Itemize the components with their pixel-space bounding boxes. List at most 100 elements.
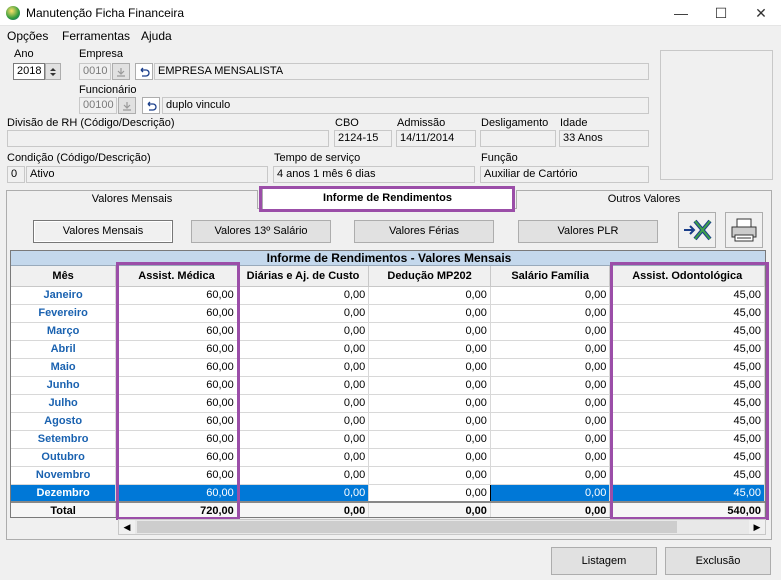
empresa-search-button[interactable] <box>112 63 130 80</box>
cell-mes[interactable]: Setembro <box>11 430 117 449</box>
tab-valores-mensais[interactable]: Valores Mensais <box>6 190 258 209</box>
menu-ferramentas[interactable]: Ferramentas <box>62 29 130 43</box>
subbutton-13-salario[interactable]: Valores 13º Salário <box>191 220 331 243</box>
cell-assist-odonto[interactable]: 45,00 <box>609 340 765 359</box>
cell-diarias[interactable]: 0,00 <box>237 358 370 377</box>
table-row[interactable]: Maio 60,00 0,00 0,00 0,00 45,00 <box>11 358 765 377</box>
cell-salario-familia[interactable]: 0,00 <box>490 394 611 413</box>
cell-mes[interactable]: Março <box>11 322 117 341</box>
col-mes-header[interactable]: Mês <box>11 266 117 287</box>
cell-assist-odonto[interactable]: 45,00 <box>609 358 765 377</box>
cell-mes[interactable]: Dezembro <box>11 484 117 503</box>
table-row[interactable]: Fevereiro 60,00 0,00 0,00 0,00 45,00 <box>11 304 765 323</box>
cell-deducao[interactable]: 0,00 <box>368 376 491 395</box>
cell-salario-familia[interactable]: 0,00 <box>490 484 611 503</box>
cell-assist-medica[interactable]: 60,00 <box>115 466 238 485</box>
cell-diarias[interactable]: 0,00 <box>237 466 370 485</box>
horizontal-scrollbar[interactable]: ◀ ▶ <box>118 519 766 535</box>
table-row[interactable]: Outubro 60,00 0,00 0,00 0,00 45,00 <box>11 448 765 467</box>
cell-salario-familia[interactable]: 0,00 <box>490 322 611 341</box>
table-row[interactable]: Setembro 60,00 0,00 0,00 0,00 45,00 <box>11 430 765 449</box>
subbutton-valores-mensais[interactable]: Valores Mensais <box>33 220 173 243</box>
tab-outros-valores[interactable]: Outros Valores <box>516 190 772 209</box>
cell-assist-medica[interactable]: 60,00 <box>115 322 238 341</box>
excel-export-button[interactable] <box>678 212 716 248</box>
subbutton-ferias[interactable]: Valores Férias <box>354 220 494 243</box>
cell-mes[interactable]: Agosto <box>11 412 117 431</box>
cell-diarias[interactable]: 0,00 <box>237 412 370 431</box>
cell-salario-familia[interactable]: 0,00 <box>490 340 611 359</box>
close-button[interactable]: ✕ <box>741 0 781 26</box>
col-diarias-header[interactable]: Diárias e Aj. de Custo <box>237 266 370 287</box>
cell-assist-medica[interactable]: 60,00 <box>115 412 238 431</box>
cell-mes[interactable]: Junho <box>11 376 117 395</box>
scroll-left-icon[interactable]: ◀ <box>119 520 135 534</box>
table-row[interactable]: Janeiro 60,00 0,00 0,00 0,00 45,00 <box>11 286 765 305</box>
ano-input[interactable]: 2018 <box>13 63 45 80</box>
cell-assist-medica[interactable]: 60,00 <box>115 484 238 503</box>
cell-diarias[interactable]: 0,00 <box>237 430 370 449</box>
cell-mes[interactable]: Outubro <box>11 448 117 467</box>
cell-deducao[interactable]: 0,00 <box>368 322 491 341</box>
cell-assist-medica[interactable]: 60,00 <box>115 340 238 359</box>
cell-salario-familia[interactable]: 0,00 <box>490 376 611 395</box>
cell-diarias[interactable]: 0,00 <box>237 340 370 359</box>
cell-deducao[interactable]: 0,00 <box>368 412 491 431</box>
scroll-right-icon[interactable]: ▶ <box>749 520 765 534</box>
table-row[interactable]: Julho 60,00 0,00 0,00 0,00 45,00 <box>11 394 765 413</box>
cell-assist-odonto[interactable]: 45,00 <box>609 394 765 413</box>
table-row[interactable]: Agosto 60,00 0,00 0,00 0,00 45,00 <box>11 412 765 431</box>
cell-deducao[interactable]: 0,00 <box>368 358 491 377</box>
empresa-undo-button[interactable] <box>135 63 153 80</box>
cell-diarias[interactable]: 0,00 <box>237 394 370 413</box>
cell-assist-medica[interactable]: 60,00 <box>115 430 238 449</box>
cell-deducao[interactable]: 0,00 <box>368 466 491 485</box>
cell-assist-medica[interactable]: 60,00 <box>115 286 238 305</box>
scroll-thumb[interactable] <box>137 521 677 533</box>
cell-diarias[interactable]: 0,00 <box>237 484 370 503</box>
funcionario-code-input[interactable]: 00100 <box>79 97 117 114</box>
cell-mes[interactable]: Maio <box>11 358 117 377</box>
listagem-button[interactable]: Listagem <box>551 547 657 575</box>
cell-assist-odonto[interactable]: 45,00 <box>609 286 765 305</box>
ano-spinner[interactable] <box>45 63 61 80</box>
cell-mes[interactable]: Novembro <box>11 466 117 485</box>
cell-salario-familia[interactable]: 0,00 <box>490 286 611 305</box>
cell-assist-medica[interactable]: 60,00 <box>115 304 238 323</box>
cell-assist-odonto[interactable]: 45,00 <box>609 448 765 467</box>
cell-deducao[interactable]: 0,00 <box>368 448 491 467</box>
cell-diarias[interactable]: 0,00 <box>237 448 370 467</box>
cell-mes[interactable]: Janeiro <box>11 286 117 305</box>
maximize-button[interactable]: ☐ <box>701 0 741 26</box>
cell-salario-familia[interactable]: 0,00 <box>490 358 611 377</box>
cell-assist-odonto[interactable]: 45,00 <box>609 412 765 431</box>
cell-mes[interactable]: Fevereiro <box>11 304 117 323</box>
print-button[interactable] <box>725 212 763 248</box>
cell-assist-medica[interactable]: 60,00 <box>115 376 238 395</box>
cell-salario-familia[interactable]: 0,00 <box>490 304 611 323</box>
subbutton-plr[interactable]: Valores PLR <box>518 220 658 243</box>
cell-deducao[interactable]: 0,00 <box>368 483 491 503</box>
cell-assist-odonto[interactable]: 45,00 <box>609 430 765 449</box>
cell-mes[interactable]: Abril <box>11 340 117 359</box>
minimize-button[interactable]: — <box>661 0 701 26</box>
cell-assist-medica[interactable]: 60,00 <box>115 358 238 377</box>
cell-diarias[interactable]: 0,00 <box>237 304 370 323</box>
col-assist-odonto-header[interactable]: Assist. Odontológica <box>609 266 765 287</box>
cell-diarias[interactable]: 0,00 <box>237 322 370 341</box>
cell-deducao[interactable]: 0,00 <box>368 394 491 413</box>
empresa-code-input[interactable]: 0010 <box>79 63 111 80</box>
cell-deducao[interactable]: 0,00 <box>368 286 491 305</box>
cell-assist-odonto[interactable]: 45,00 <box>609 484 765 503</box>
tab-informe-rendimentos[interactable]: Informe de Rendimentos <box>262 188 513 209</box>
cell-deducao[interactable]: 0,00 <box>368 430 491 449</box>
table-row[interactable]: Abril 60,00 0,00 0,00 0,00 45,00 <box>11 340 765 359</box>
funcionario-search-button[interactable] <box>118 97 136 114</box>
cell-assist-medica[interactable]: 60,00 <box>115 448 238 467</box>
cell-diarias[interactable]: 0,00 <box>237 286 370 305</box>
cell-salario-familia[interactable]: 0,00 <box>490 412 611 431</box>
menu-opcoes[interactable]: Opções <box>7 29 48 43</box>
cell-assist-odonto[interactable]: 45,00 <box>609 304 765 323</box>
cell-assist-odonto[interactable]: 45,00 <box>609 322 765 341</box>
cell-deducao[interactable]: 0,00 <box>368 340 491 359</box>
